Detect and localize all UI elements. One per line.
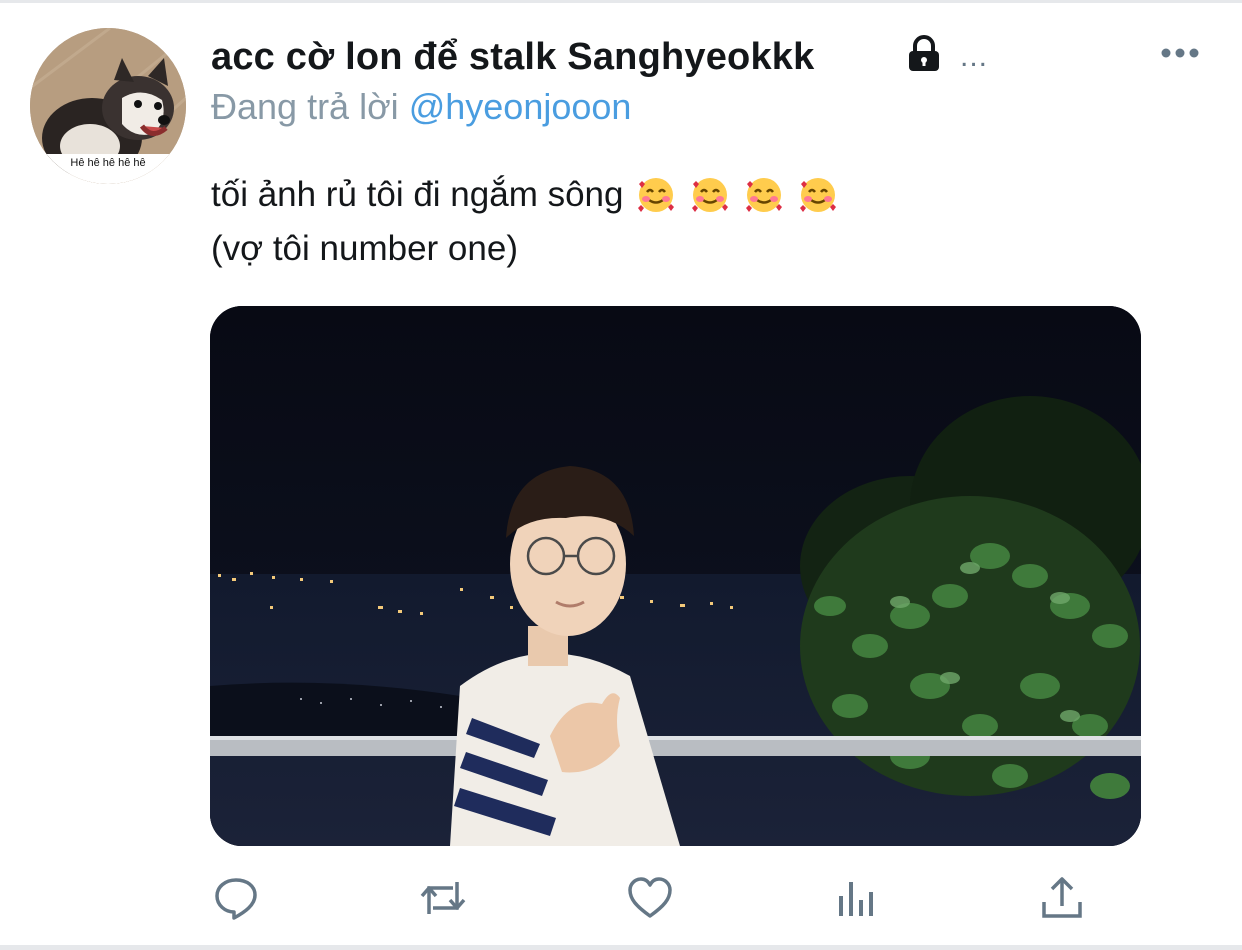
tweet-text-line-1: tối ảnh rủ tôi đi ngắm sông <box>211 168 839 222</box>
avatar[interactable]: Hê hê hê hê hê <box>30 28 186 184</box>
lock-icon <box>909 35 939 71</box>
smiling-face-with-hearts-icon <box>743 174 785 216</box>
heart-icon <box>628 877 672 918</box>
reply-prefix: Đang trả lời <box>211 86 399 127</box>
analytics-icon <box>839 882 873 916</box>
analytics-button[interactable] <box>833 874 881 922</box>
reply-icon <box>215 878 257 920</box>
smiling-face-with-hearts-icon <box>635 174 677 216</box>
tweet-text-line-2: (vợ tôi number one) <box>211 229 518 268</box>
reply-handle-link[interactable]: @hyeonjooon <box>409 86 632 127</box>
bottom-divider <box>0 945 1242 950</box>
tweet-photo[interactable] <box>210 306 1141 846</box>
top-divider <box>0 0 1242 3</box>
retweet-button[interactable] <box>419 874 467 922</box>
like-button[interactable] <box>626 874 674 922</box>
name-overflow-ellipsis: ... <box>960 40 989 73</box>
avatar-caption: Hê hê hê hê hê <box>30 154 186 184</box>
share-button[interactable] <box>1038 874 1086 922</box>
tweet-text-main: tối ảnh rủ tôi đi ngắm sông <box>211 175 624 214</box>
reply-button[interactable] <box>212 874 260 922</box>
retweet-icon <box>420 882 466 914</box>
smiling-face-with-hearts-icon <box>689 174 731 216</box>
tweet-text: tối ảnh rủ tôi đi ngắm sông (vợ tôi numb… <box>211 168 839 276</box>
night-river-photo <box>210 306 1141 846</box>
smiling-face-with-hearts-icon <box>797 174 839 216</box>
reply-context: Đang trả lời @hyeonjooon <box>211 86 631 128</box>
more-horizontal-icon[interactable] <box>1160 44 1200 62</box>
display-name[interactable]: acc cờ lon để stalk Sanghyeokkk <box>211 36 814 79</box>
share-icon <box>1042 877 1082 918</box>
